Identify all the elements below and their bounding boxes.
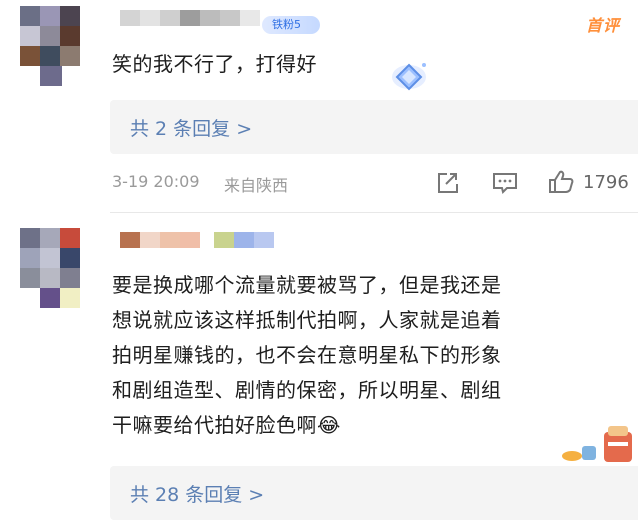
comment-line: 和剧组造型、剧情的保密，所以明星、剧组	[112, 378, 502, 402]
like-icon[interactable]	[548, 170, 574, 194]
username[interactable]	[120, 10, 260, 26]
comment-line: 想说就应该这样抵制代拍啊，人家就是追着	[112, 308, 502, 332]
comment-text: 要是换成哪个流量就要被骂了，但是我还是 想说就应该这样抵制代拍啊，人家就是追着 …	[112, 268, 502, 443]
avatar[interactable]	[20, 228, 80, 288]
avatar-bottom	[60, 288, 80, 308]
avatar[interactable]	[20, 6, 80, 66]
view-replies-link[interactable]: 共 2 条回复 >	[130, 114, 252, 141]
fan-badge[interactable]: 铁粉5	[262, 16, 320, 34]
breakfast-sticker-icon	[560, 424, 638, 468]
diamond-sticker-icon	[386, 55, 432, 99]
comment-date: 3-19 20:09	[112, 172, 200, 191]
first-comment-tag: 首评	[586, 16, 621, 35]
username[interactable]	[120, 232, 274, 248]
divider	[110, 212, 638, 213]
reply-box[interactable]: 共 2 条回复 >	[110, 100, 638, 154]
share-icon[interactable]	[436, 172, 460, 194]
fan-badge-label: 铁粉5	[272, 18, 301, 31]
view-replies-link[interactable]: 共 28 条回复 >	[130, 480, 264, 507]
comment-text: 笑的我不行了，打得好	[112, 47, 317, 82]
comment-line: 要是换成哪个流量就要被骂了，但是我还是	[112, 273, 502, 297]
comment-line: 笑的我不行了，打得好	[112, 52, 317, 76]
avatar-bottom	[40, 288, 60, 308]
avatar-bottom	[40, 66, 62, 86]
comment-location: 来自陕西	[224, 176, 289, 195]
like-count: 1796	[583, 172, 629, 193]
comment-icon[interactable]	[492, 172, 518, 194]
reply-box[interactable]: 共 28 条回复 >	[110, 466, 638, 520]
comment-line: 拍明星赚钱的，也不会在意明星私下的形象	[112, 343, 502, 367]
comment-line: 干嘛要给代拍好脸色啊😂	[112, 413, 341, 437]
